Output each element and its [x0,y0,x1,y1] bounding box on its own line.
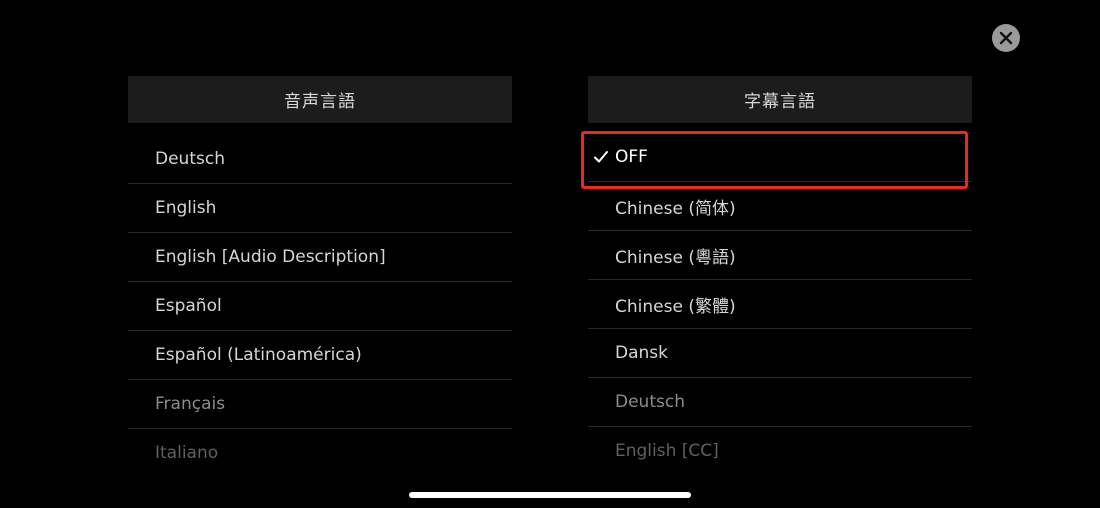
subtitle-option-dansk[interactable]: Dansk [588,329,972,378]
audio-option-english[interactable]: English [128,184,512,233]
option-label: English [155,198,217,218]
audio-option-deutsch[interactable]: Deutsch [128,135,512,184]
audio-option-espanol[interactable]: Español [128,282,512,331]
subtitle-language-list[interactable]: OFF Chinese (简体) Chinese (粵語) Chinese (繁… [588,133,972,475]
subtitle-language-header: 字幕言語 [588,76,972,123]
option-label: English [CC] [615,441,719,461]
option-label: Chinese (简体) [615,198,736,219]
close-icon [999,31,1013,45]
audio-language-header: 音声言語 [128,76,512,123]
close-button[interactable] [992,24,1020,52]
subtitle-option-chinese-cantonese[interactable]: Chinese (粵語) [588,231,972,280]
audio-option-espanol-latam[interactable]: Español (Latinoamérica) [128,331,512,380]
option-label: Français [155,394,226,414]
audio-option-italiano[interactable]: Italiano [128,429,512,477]
subtitle-language-panel: 字幕言語 OFF Chinese (简体) Chinese (粵語) Chine… [588,76,972,475]
subtitle-option-chinese-traditional[interactable]: Chinese (繁體) [588,280,972,329]
audio-option-english-ad[interactable]: English [Audio Description] [128,233,512,282]
option-label: Italiano [155,443,219,463]
option-label: Chinese (粵語) [615,247,736,268]
audio-language-list[interactable]: Deutsch English English [Audio Descripti… [128,135,512,477]
option-label: English [Audio Description] [155,247,386,267]
subtitle-option-deutsch[interactable]: Deutsch [588,378,972,427]
home-indicator[interactable] [409,492,691,498]
option-label: Español (Latinoamérica) [155,345,362,365]
audio-option-francais[interactable]: Français [128,380,512,429]
option-label: OFF [615,147,648,167]
audio-language-panel: 音声言語 Deutsch English English [Audio Desc… [128,76,512,477]
option-label: Chinese (繁體) [615,296,736,317]
subtitle-option-off[interactable]: OFF [588,133,972,182]
option-label: Español [155,296,222,316]
option-label: Deutsch [615,392,685,412]
checkmark-icon [594,151,608,163]
subtitle-option-chinese-simplified[interactable]: Chinese (简体) [588,182,972,231]
option-label: Dansk [615,343,668,363]
option-label: Deutsch [155,149,225,169]
subtitle-option-english-cc[interactable]: English [CC] [588,427,972,475]
